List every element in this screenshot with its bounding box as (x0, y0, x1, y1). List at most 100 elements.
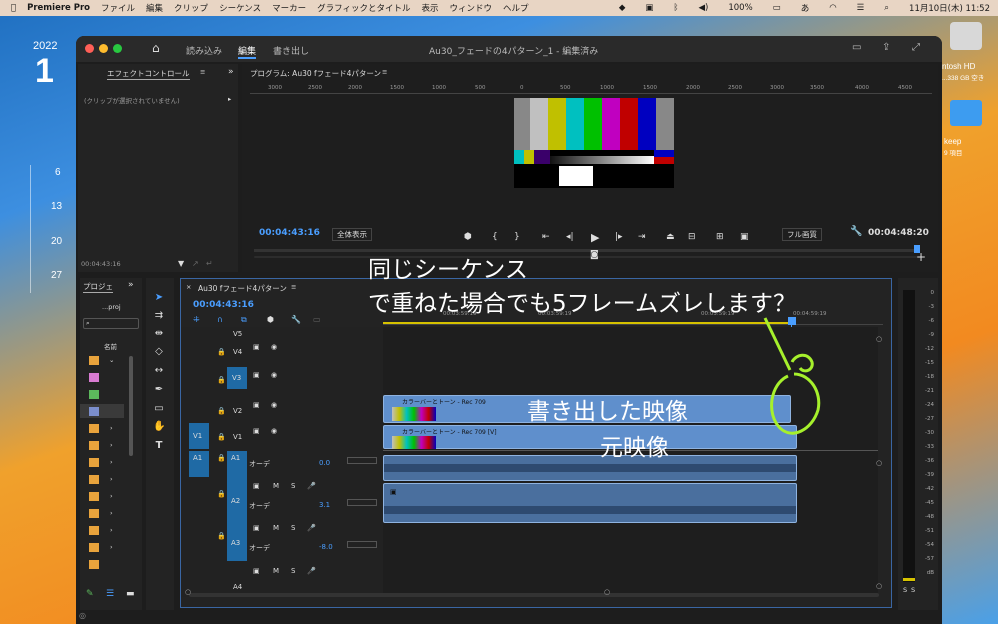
go-to-in-icon[interactable]: ⇤ (542, 232, 550, 242)
fullscreen-icon[interactable]: ⤢ (912, 42, 920, 53)
bluetooth-icon[interactable]: ᛒ (673, 3, 678, 13)
search-icon[interactable]: ⌕ (884, 3, 889, 13)
add-marker-icon[interactable]: ⬢ (267, 315, 274, 324)
sync-lock-icon[interactable]: ▣ (253, 401, 260, 409)
solo-button[interactable]: S (291, 524, 295, 532)
hard-disk-icon[interactable] (950, 22, 982, 50)
apple-icon[interactable]:  (11, 3, 16, 13)
eye-icon[interactable]: ◉ (271, 427, 277, 435)
meter-solo-button[interactable]: S (911, 586, 915, 594)
track-target[interactable]: V3 (227, 367, 247, 389)
track-target[interactable]: A1 A2 A3 (227, 451, 247, 561)
type-tool-icon[interactable]: T (153, 440, 165, 452)
folder-icon[interactable] (950, 100, 982, 126)
tab-edit[interactable]: 編集 (238, 44, 257, 59)
ime-indicator[interactable]: あ (801, 2, 810, 14)
go-to-out-icon[interactable]: ⇥ (638, 232, 646, 242)
battery-icon[interactable]: ▭ (773, 3, 781, 13)
panel-menu-icon[interactable]: ≡ (382, 68, 387, 76)
menu-view[interactable]: 表示 (422, 2, 439, 14)
selection-tool-icon[interactable]: ➤ (153, 292, 165, 304)
scroll-handle-icon[interactable]: ○ (604, 588, 610, 596)
menu-window[interactable]: ウィンドウ (450, 2, 493, 14)
sync-lock-icon[interactable]: ▣ (253, 427, 260, 435)
timeline-timecode[interactable]: 00:04:43:16 (193, 300, 254, 310)
menu-marker[interactable]: マーカー (272, 2, 306, 14)
mute-button[interactable]: M (273, 524, 279, 532)
return-icon[interactable]: ↵ (206, 259, 213, 268)
scroll-handle-icon[interactable]: ○ (876, 459, 882, 467)
sync-lock-icon[interactable]: ▣ (253, 343, 260, 351)
lock-icon[interactable]: 🔒 (217, 376, 226, 384)
eye-icon[interactable]: ◉ (271, 401, 277, 409)
mark-out-icon[interactable]: } (514, 232, 520, 242)
source-patch[interactable]: A1 (189, 451, 209, 477)
eye-icon[interactable]: ◉ (271, 371, 277, 379)
work-area-bar[interactable] (383, 322, 793, 324)
control-center-icon[interactable]: ☰ (857, 3, 865, 13)
lock-icon[interactable]: 🔒 (217, 454, 226, 462)
project-search-input[interactable]: ⌕ (83, 318, 139, 329)
mic-icon[interactable]: 🎤 (307, 524, 316, 532)
chevron-right-icon[interactable]: › (110, 526, 113, 534)
camera-icon[interactable]: ◙ (590, 250, 599, 260)
share-icon[interactable]: ⇪ (882, 42, 890, 53)
play-icon[interactable]: ▸ (228, 95, 231, 103)
dropbox-icon[interactable]: ◆ (619, 3, 626, 13)
menu-clock[interactable]: 11月10日(木) 11:52 (909, 2, 990, 14)
expand-icon[interactable]: » (128, 280, 134, 290)
status-icon[interactable]: ▣ (645, 3, 653, 13)
chevron-right-icon[interactable]: › (110, 543, 113, 551)
menu-graphics[interactable]: グラフィックとタイトル (317, 2, 410, 14)
clip-a2[interactable]: ▣ (383, 483, 797, 523)
lock-icon[interactable]: 🔒 (217, 348, 226, 356)
timeline-scrollbar[interactable] (189, 593, 879, 597)
home-icon[interactable]: ⌂ (152, 41, 160, 55)
clip-v1[interactable]: カラーバーとトーン - Rec 709 [V] (383, 425, 797, 449)
close-button[interactable] (85, 44, 94, 53)
program-scrubber[interactable] (254, 249, 918, 252)
linked-selection-icon[interactable]: ⧉ (241, 315, 247, 325)
workspace-icon[interactable]: ▭ (852, 42, 861, 53)
chevron-right-icon[interactable]: › (110, 424, 113, 432)
chevron-right-icon[interactable]: › (110, 492, 113, 500)
a2-volume[interactable]: 3.1 (319, 501, 330, 509)
snap-icon[interactable]: ∩ (217, 315, 223, 324)
chevron-right-icon[interactable]: › (110, 458, 113, 466)
eye-icon[interactable]: ◉ (271, 343, 277, 351)
volume-icon[interactable]: ◀) (699, 3, 709, 13)
compare-icon[interactable]: ⊞ (716, 232, 724, 242)
mic-icon[interactable]: 🎤 (307, 567, 316, 575)
name-column-header[interactable]: 名前 (104, 341, 117, 351)
lock-icon[interactable]: 🔒 (217, 490, 226, 498)
menu-sequence[interactable]: シーケンス (219, 2, 261, 14)
list-item-selected[interactable] (80, 404, 124, 418)
close-tab-icon[interactable]: × (186, 283, 191, 291)
multicam-icon[interactable]: ▣ (740, 232, 749, 242)
captions-icon[interactable]: ▭ (313, 315, 321, 324)
chevron-down-icon[interactable]: ⌄ (109, 356, 114, 364)
track-select-tool-icon[interactable]: ⇉ (153, 310, 165, 322)
tab-export[interactable]: 書き出し (273, 44, 309, 57)
scroll-handle-icon[interactable]: ○ (876, 582, 882, 590)
step-forward-icon[interactable]: |▸ (615, 232, 623, 242)
menu-app[interactable]: Premiere Pro (27, 3, 90, 13)
meter-solo-button[interactable]: S (903, 586, 907, 594)
a1-volume[interactable]: 0.0 (319, 459, 330, 467)
panel-menu-icon[interactable]: ≡ (200, 68, 205, 76)
menu-file[interactable]: ファイル (101, 2, 135, 14)
project-tab[interactable]: プロジェ (83, 281, 113, 293)
lock-icon[interactable]: 🔒 (217, 433, 226, 441)
mute-button[interactable]: M (273, 567, 279, 575)
lock-icon[interactable]: 🔒 (217, 407, 226, 415)
wrench-icon[interactable]: 🔧 (291, 315, 301, 324)
filter-icon[interactable]: ▼ (178, 259, 184, 268)
solo-button[interactable]: S (291, 482, 295, 490)
hand-tool-icon[interactable]: ✋ (153, 421, 165, 433)
nest-icon[interactable]: ⁜ (193, 315, 200, 324)
a3-volume[interactable]: -8.0 (319, 543, 333, 551)
lock-icon[interactable]: 🔒 (217, 532, 226, 540)
panel-menu-icon[interactable]: ≡ (291, 283, 296, 291)
rectangle-tool-icon[interactable]: ▭ (153, 403, 165, 415)
pencil-icon[interactable]: ✎ (86, 589, 94, 599)
